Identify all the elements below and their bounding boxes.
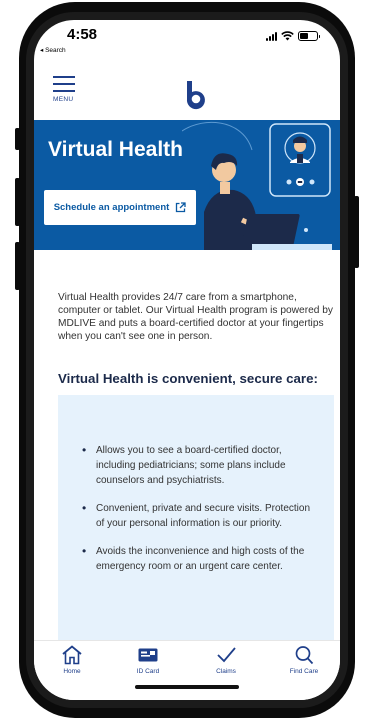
hamburger-icon: [53, 76, 75, 78]
page-title: Virtual Health: [48, 138, 183, 161]
menu-label: MENU: [53, 96, 74, 103]
hero-banner: Virtual Health Schedule an appointment: [34, 120, 340, 250]
bottom-tab-bar: Home ID Card Claims Find Care: [34, 640, 340, 700]
benefits-list: Allows you to see a board-certified doct…: [80, 443, 310, 587]
tab-home[interactable]: Home: [42, 645, 102, 675]
checkmark-icon: [217, 647, 236, 663]
home-icon: [62, 645, 82, 665]
brand-logo[interactable]: [184, 80, 210, 110]
phone-power-button: [354, 196, 359, 268]
intro-paragraph: Virtual Health provides 24/7 care from a…: [58, 292, 334, 342]
tab-id-card[interactable]: ID Card: [118, 645, 178, 675]
hamburger-icon-bar: [53, 83, 75, 85]
tab-home-label: Home: [63, 668, 81, 675]
battery-icon: [298, 31, 320, 41]
status-time: 4:58: [67, 26, 98, 43]
benefits-panel: Allows you to see a board-certified doct…: [58, 395, 334, 650]
menu-button[interactable]: MENU: [53, 76, 77, 106]
list-item: Convenient, private and secure visits. P…: [80, 501, 310, 531]
phone-volume-down: [15, 242, 20, 290]
tab-claims[interactable]: Claims: [196, 645, 256, 675]
app-screen: 4:58 ◂ Search MENU Virtual Health Schedu…: [34, 20, 340, 700]
section-heading: Virtual Health is convenient, secure car…: [58, 371, 318, 386]
hamburger-icon-bar: [53, 90, 75, 92]
schedule-appointment-button[interactable]: Schedule an appointment: [44, 190, 196, 225]
cellular-signal-icon: [266, 31, 277, 41]
tab-claims-label: Claims: [216, 668, 236, 675]
search-icon: [295, 646, 314, 665]
schedule-appointment-label: Schedule an appointment: [53, 202, 170, 213]
app-header: MENU: [34, 60, 340, 120]
wifi-icon: [281, 31, 294, 41]
list-item: Avoids the inconvenience and high costs …: [80, 544, 310, 574]
status-icons: [266, 31, 320, 41]
phone-volume-up: [15, 178, 20, 226]
list-item: Allows you to see a board-certified doct…: [80, 443, 310, 488]
id-card-icon: [138, 648, 158, 662]
home-indicator[interactable]: [135, 685, 239, 689]
doctor-video-call-illustration: [182, 121, 332, 250]
phone-side-button: [15, 128, 20, 150]
tab-find-care[interactable]: Find Care: [274, 645, 334, 675]
status-bar: 4:58 ◂ Search: [34, 20, 340, 60]
tab-find-care-label: Find Care: [289, 668, 319, 675]
tab-id-card-label: ID Card: [136, 668, 160, 675]
back-to-search-link[interactable]: ◂ Search: [40, 46, 66, 54]
